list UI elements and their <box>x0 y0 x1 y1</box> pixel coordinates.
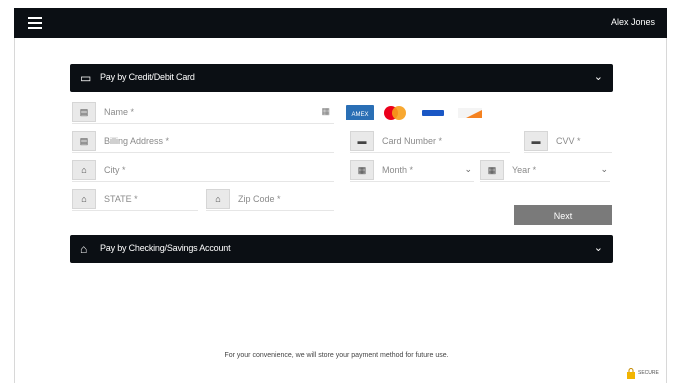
next-button[interactable]: Next <box>514 205 612 225</box>
card-number-placeholder: Card Number * <box>382 136 443 146</box>
footer-note: For your convenience, we will store your… <box>224 352 449 359</box>
id-card-icon: ▤ <box>72 102 96 122</box>
card-number-field[interactable]: ▬ Card Number * <box>350 131 510 153</box>
discover-card-icon <box>458 108 482 118</box>
hamburger-menu-icon[interactable] <box>28 17 42 29</box>
calendar-icon: ▦ <box>350 160 374 180</box>
chevron-down-icon: ⌄ <box>464 164 472 174</box>
city-field[interactable]: ⌂ City * <box>72 160 334 182</box>
year-placeholder: Year * <box>512 165 537 175</box>
cvv-field[interactable]: ▬ CVV * <box>524 131 612 153</box>
visa-card-icon <box>422 110 444 116</box>
card-panel-title: Pay by Credit/Debit Card <box>100 72 195 82</box>
home-icon: ⌂ <box>72 160 96 180</box>
billing-address-field[interactable]: ▤ Billing Address * <box>72 131 334 153</box>
city-placeholder: City * <box>104 165 126 175</box>
zip-code-field[interactable]: ⌂ Zip Code * <box>206 189 334 211</box>
bank-icon: ⌂ <box>80 242 88 256</box>
card-icon: ▬ <box>350 131 374 151</box>
secure-badge: SECURE <box>626 368 660 380</box>
home-icon: ⌂ <box>206 189 230 209</box>
calendar-icon: ▦ <box>480 160 504 180</box>
card-panel-header[interactable]: ▭ Pay by Credit/Debit Card ⌄ <box>70 64 613 92</box>
month-placeholder: Month * <box>382 165 414 175</box>
zip-code-placeholder: Zip Code * <box>238 194 281 204</box>
chevron-down-icon[interactable]: ⌄ <box>594 241 603 254</box>
bank-panel-title: Pay by Checking/Savings Account <box>100 243 231 253</box>
bank-panel-header[interactable]: ⌂ Pay by Checking/Savings Account ⌄ <box>70 235 613 263</box>
name-field[interactable]: ▤ Name * ▦ <box>72 102 334 124</box>
state-field[interactable]: ⌂ STATE * <box>72 189 198 211</box>
mastercard-icon <box>384 106 406 120</box>
amex-card-icon: AMEX <box>346 105 374 120</box>
contact-card-icon: ▦ <box>321 106 330 116</box>
cvv-placeholder: CVV * <box>556 136 581 146</box>
state-placeholder: STATE * <box>104 194 138 204</box>
month-select[interactable]: ▦ Month * ⌄ <box>350 160 474 182</box>
chevron-down-icon[interactable]: ⌄ <box>594 70 603 83</box>
home-icon: ⌂ <box>72 189 96 209</box>
svg-text:AMEX: AMEX <box>351 112 368 118</box>
id-card-icon: ▤ <box>72 131 96 151</box>
chevron-down-icon: ⌄ <box>600 164 608 174</box>
credit-card-icon: ▭ <box>80 71 92 85</box>
top-bar: Alex Jones <box>14 8 667 38</box>
name-placeholder: Name * <box>104 107 135 117</box>
billing-address-placeholder: Billing Address * <box>104 136 170 146</box>
card-icon: ▬ <box>524 131 548 151</box>
secure-badge-label: SECURE <box>638 370 659 376</box>
year-select[interactable]: ▦ Year * ⌄ <box>480 160 610 182</box>
user-name[interactable]: Alex Jones <box>611 17 655 27</box>
